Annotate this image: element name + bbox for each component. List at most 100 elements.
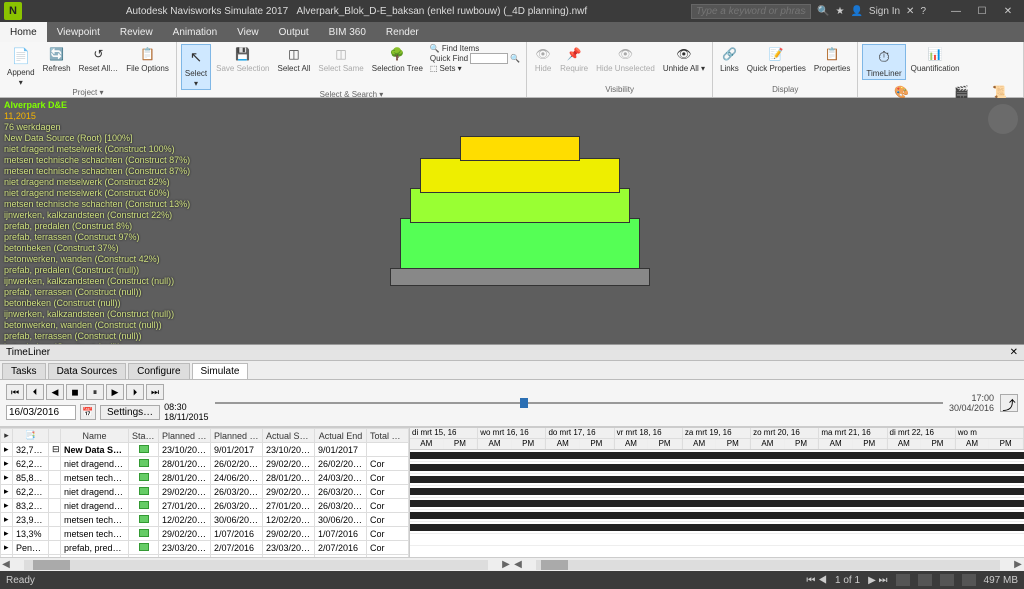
status-badge — [129, 499, 159, 513]
col-header[interactable]: 📑 — [13, 429, 49, 443]
table-row[interactable]: ▸83,23%niet dragend metselwerk27/01/2016… — [1, 499, 409, 513]
menu-tab-review[interactable]: Review — [110, 22, 163, 42]
reverse-play-button[interactable]: ◀ — [46, 384, 64, 400]
timeliner-close-button[interactable]: ✕ — [1010, 347, 1018, 358]
refresh-button[interactable]: 🔄Refresh — [40, 44, 74, 74]
scroll-right-icon-2[interactable]: ▶ — [1012, 559, 1024, 570]
table-row[interactable]: ▸85,89%metsen technische schachten28/01/… — [1, 471, 409, 485]
viewcube-icon[interactable] — [988, 104, 1018, 134]
table-row[interactable]: ▸23,97%metsen technische schachten12/02/… — [1, 513, 409, 527]
sim-slider[interactable] — [215, 396, 943, 410]
overlay-line: prefab, predalen (Construct 8%) — [4, 221, 190, 232]
tl-tab-tasks[interactable]: Tasks — [2, 363, 46, 379]
status-badge — [129, 457, 159, 471]
menu-tab-viewpoint[interactable]: Viewpoint — [47, 22, 110, 42]
col-header[interactable]: Status — [129, 429, 159, 443]
col-header[interactable]: Planned Start — [159, 429, 211, 443]
search-glass-icon[interactable]: 🔍 — [817, 6, 829, 17]
close-window-button[interactable]: ✕ — [996, 3, 1020, 19]
stop-button[interactable]: ◼ — [66, 384, 84, 400]
menu-tab-view[interactable]: View — [227, 22, 269, 42]
quantification-button[interactable]: 📊Quantification — [908, 44, 963, 74]
col-header[interactable]: Planned End — [211, 429, 263, 443]
overlay-line: betonbeken (Construct (null)) — [4, 298, 190, 309]
properties-button[interactable]: 📋Properties — [811, 44, 853, 74]
status-icon-1[interactable] — [896, 574, 910, 586]
menu-tab-bim-360[interactable]: BIM 360 — [319, 22, 376, 42]
keyword-search-input[interactable] — [691, 4, 811, 19]
panel-project: 📄Append▾ 🔄Refresh ↺Reset All… 📋File Opti… — [0, 42, 177, 97]
status-icon-2[interactable] — [918, 574, 932, 586]
play-button[interactable]: ▶ — [106, 384, 124, 400]
menu-tab-home[interactable]: Home — [0, 22, 47, 42]
col-header[interactable]: Actual End — [315, 429, 367, 443]
task-table[interactable]: ▸📑NameStatusPlanned StartPlanned EndActu… — [0, 428, 410, 557]
table-row[interactable]: ▸62,24%niet dragend metselwerk29/02/2016… — [1, 485, 409, 499]
tl-tab-simulate[interactable]: Simulate — [192, 363, 249, 379]
quick-find-go-icon[interactable]: 🔍 — [510, 54, 520, 63]
fwd-end-button[interactable]: ⏭ — [146, 384, 164, 400]
col-header[interactable] — [49, 429, 61, 443]
scroll-left-icon-2[interactable]: ◀ — [512, 559, 524, 570]
sheet-nav-next[interactable]: ▶ ⏭ — [868, 575, 887, 586]
step-fwd-button[interactable]: ⏵ — [126, 384, 144, 400]
window-title: Autodesk Navisworks Simulate 2017 Alverp… — [22, 6, 691, 17]
exchange-icon[interactable]: ✕ — [906, 6, 914, 17]
menu-tab-animation[interactable]: Animation — [163, 22, 227, 42]
status-icon-4[interactable] — [962, 574, 976, 586]
quick-properties-button[interactable]: 📝Quick Properties — [744, 44, 809, 74]
scroll-right-icon[interactable]: ▶ — [500, 559, 512, 570]
sets-button[interactable]: ⬚Sets ▾ — [428, 64, 522, 73]
overlay-project-name: Alverpark D&E — [4, 100, 190, 111]
export-anim-button[interactable]: ⤴ — [1000, 394, 1018, 412]
table-row[interactable]: ▸62,24%niet dragend metselwerk28/01/2016… — [1, 457, 409, 471]
help-icon[interactable]: ? — [920, 6, 926, 17]
find-items-button[interactable]: 🔍Find Items — [428, 44, 522, 53]
select-all-button[interactable]: ◫Select All — [274, 44, 313, 74]
hide-button[interactable]: 👁Hide — [531, 44, 555, 74]
viewport-3d[interactable]: Alverpark D&E 11,2015 76 werkdagenNew Da… — [0, 98, 1024, 344]
maximize-button[interactable]: ☐ — [970, 3, 994, 19]
tl-tab-data-sources[interactable]: Data Sources — [48, 363, 127, 379]
scroll-left-icon[interactable]: ◀ — [0, 559, 12, 570]
table-row[interactable]: ▸32,72%⊟New Data Source (Root)23/10/2015… — [1, 443, 409, 457]
menu-tab-render[interactable]: Render — [376, 22, 429, 42]
col-header[interactable]: Actual Start — [263, 429, 315, 443]
col-header[interactable]: ▸ — [1, 429, 13, 443]
step-back-button[interactable]: ⏴ — [26, 384, 44, 400]
minimize-button[interactable]: — — [944, 3, 968, 19]
table-row[interactable]: ▸13,3%metsen technische schachten29/02/2… — [1, 527, 409, 541]
star-icon[interactable]: ★ — [835, 6, 844, 17]
append-button[interactable]: 📄Append▾ — [4, 44, 38, 88]
hide-unselected-button[interactable]: 👁Hide Unselected — [593, 44, 658, 74]
tl-tab-configure[interactable]: Configure — [128, 363, 189, 379]
timeliner-button[interactable]: ⏱TimeLiner — [862, 44, 905, 80]
select-button[interactable]: ↖Select▾ — [181, 44, 211, 90]
selection-tree-button[interactable]: 🌳Selection Tree — [369, 44, 426, 74]
h-scrollbar[interactable]: ◀ ▶ ◀ ▶ — [0, 557, 1024, 571]
table-row[interactable]: ▸Pendingprefab, predalen23/03/20164/07/2… — [1, 555, 409, 558]
require-button[interactable]: 📌Require — [557, 44, 591, 74]
select-same-button[interactable]: ◫Select Same — [315, 44, 366, 74]
sheet-nav-prev[interactable]: ⏮ ◀ — [806, 575, 827, 586]
reset-all-button[interactable]: ↺Reset All… — [76, 44, 122, 74]
gantt-chart[interactable]: di mrt 15, 16AMPMwo mrt 16, 16AMPMdo mrt… — [410, 428, 1024, 557]
col-header[interactable]: Name — [61, 429, 129, 443]
pause-button[interactable]: ⏸ — [86, 384, 104, 400]
menu-tab-output[interactable]: Output — [269, 22, 319, 42]
file-options-button[interactable]: 📋File Options — [123, 44, 172, 74]
signin-text[interactable]: Sign In — [869, 6, 900, 17]
save-selection-button[interactable]: 💾Save Selection — [213, 44, 272, 74]
quick-find-input[interactable] — [470, 53, 508, 64]
user-icon[interactable]: 👤 — [850, 6, 862, 17]
unhide-all-button[interactable]: 👁Unhide All ▾ — [660, 44, 708, 74]
calendar-button[interactable]: 📅 — [80, 404, 96, 420]
rewind-start-button[interactable]: ⏮ — [6, 384, 24, 400]
table-row[interactable]: ▸Pendingprefab, predalen23/03/20162/07/2… — [1, 541, 409, 555]
settings-button[interactable]: Settings… — [100, 405, 160, 420]
gantt-day-header: za mrt 19, 16AMPM — [683, 428, 751, 449]
sim-date-input[interactable] — [6, 405, 76, 420]
col-header[interactable]: Total Cost — [367, 429, 409, 443]
links-button[interactable]: 🔗Links — [717, 44, 742, 74]
status-icon-3[interactable] — [940, 574, 954, 586]
